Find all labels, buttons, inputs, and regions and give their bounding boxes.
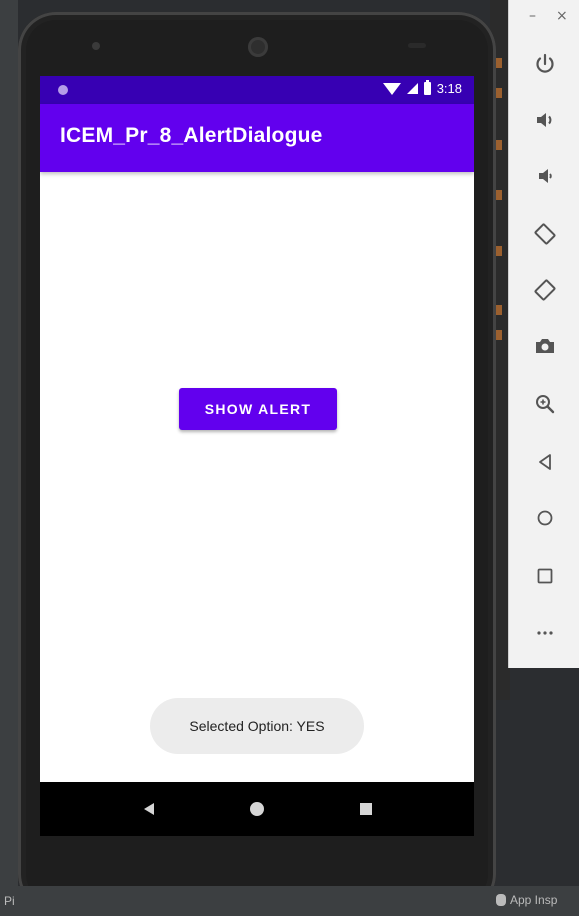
volume-down-icon — [539, 169, 552, 183]
code-mark — [496, 140, 502, 150]
power-button[interactable] — [529, 48, 561, 80]
back-icon — [539, 454, 551, 470]
zoom-icon — [536, 395, 555, 414]
app-bar: ICEM_Pr_8_AlertDialogue — [40, 104, 474, 172]
code-mark — [496, 330, 502, 340]
nav-back-button[interactable] — [136, 796, 162, 822]
battery-icon — [423, 80, 431, 95]
overview-icon — [537, 568, 553, 584]
more-button[interactable] — [529, 616, 561, 648]
nav-recents-button[interactable] — [353, 796, 379, 822]
front-camera — [248, 37, 268, 57]
code-mark — [496, 190, 502, 200]
overview-button[interactable] — [529, 560, 561, 592]
status-bar: 3:18 — [40, 76, 474, 104]
camera-icon — [536, 339, 554, 353]
nav-home-button[interactable] — [244, 796, 270, 822]
rotate-right-icon — [534, 279, 556, 301]
ide-status-bar: Pi App Insp — [0, 886, 579, 916]
recents-square-icon — [360, 803, 372, 815]
home-icon — [537, 510, 553, 526]
volume-down-button[interactable] — [529, 160, 561, 192]
emulator-toolbar: – × — [508, 0, 579, 668]
rotate-left-button[interactable] — [529, 218, 561, 250]
show-alert-button[interactable]: SHOW ALERT — [179, 388, 337, 430]
zoom-button[interactable] — [529, 388, 561, 420]
more-icon — [537, 631, 553, 635]
app-inspection-label: App Insp — [510, 893, 558, 907]
navigation-bar — [40, 782, 474, 836]
app-title: ICEM_Pr_8_AlertDialogue — [60, 124, 323, 147]
home-button[interactable] — [529, 502, 561, 534]
phone-frame: 3:18 ICEM_Pr_8_AlertDialogue SHOW ALERT … — [18, 12, 496, 912]
volume-up-icon — [537, 113, 552, 127]
ide-left-strip — [0, 0, 18, 916]
notification-dot-icon — [58, 85, 68, 95]
back-triangle-icon — [144, 803, 154, 815]
toast-text: Selected Option: YES — [189, 718, 325, 734]
rotate-left-icon — [534, 223, 556, 245]
home-circle-icon — [250, 802, 264, 816]
power-icon — [536, 53, 554, 73]
app-inspection-icon — [496, 894, 506, 906]
signal-icon — [406, 83, 418, 94]
toast-message: Selected Option: YES — [150, 698, 364, 754]
close-button[interactable]: × — [556, 8, 568, 24]
back-button[interactable] — [529, 446, 561, 478]
minimize-button[interactable]: – — [529, 8, 536, 24]
code-mark — [496, 88, 502, 98]
code-mark — [496, 246, 502, 256]
status-icons: 3:18 — [382, 80, 462, 96]
screenshot-button[interactable] — [529, 330, 561, 362]
volume-up-button[interactable] — [529, 104, 561, 136]
code-mark — [496, 305, 502, 315]
code-mark — [496, 58, 502, 68]
proximity-sensor — [408, 43, 426, 48]
wifi-icon — [382, 82, 401, 95]
device-screen: 3:18 ICEM_Pr_8_AlertDialogue SHOW ALERT … — [40, 76, 474, 836]
status-time: 3:18 — [436, 81, 462, 96]
front-sensor-dot — [92, 42, 100, 50]
rotate-right-button[interactable] — [529, 274, 561, 306]
app-inspection-tab[interactable]: App Insp — [496, 893, 557, 907]
ide-bottom-left-label[interactable]: Pi — [4, 894, 15, 908]
